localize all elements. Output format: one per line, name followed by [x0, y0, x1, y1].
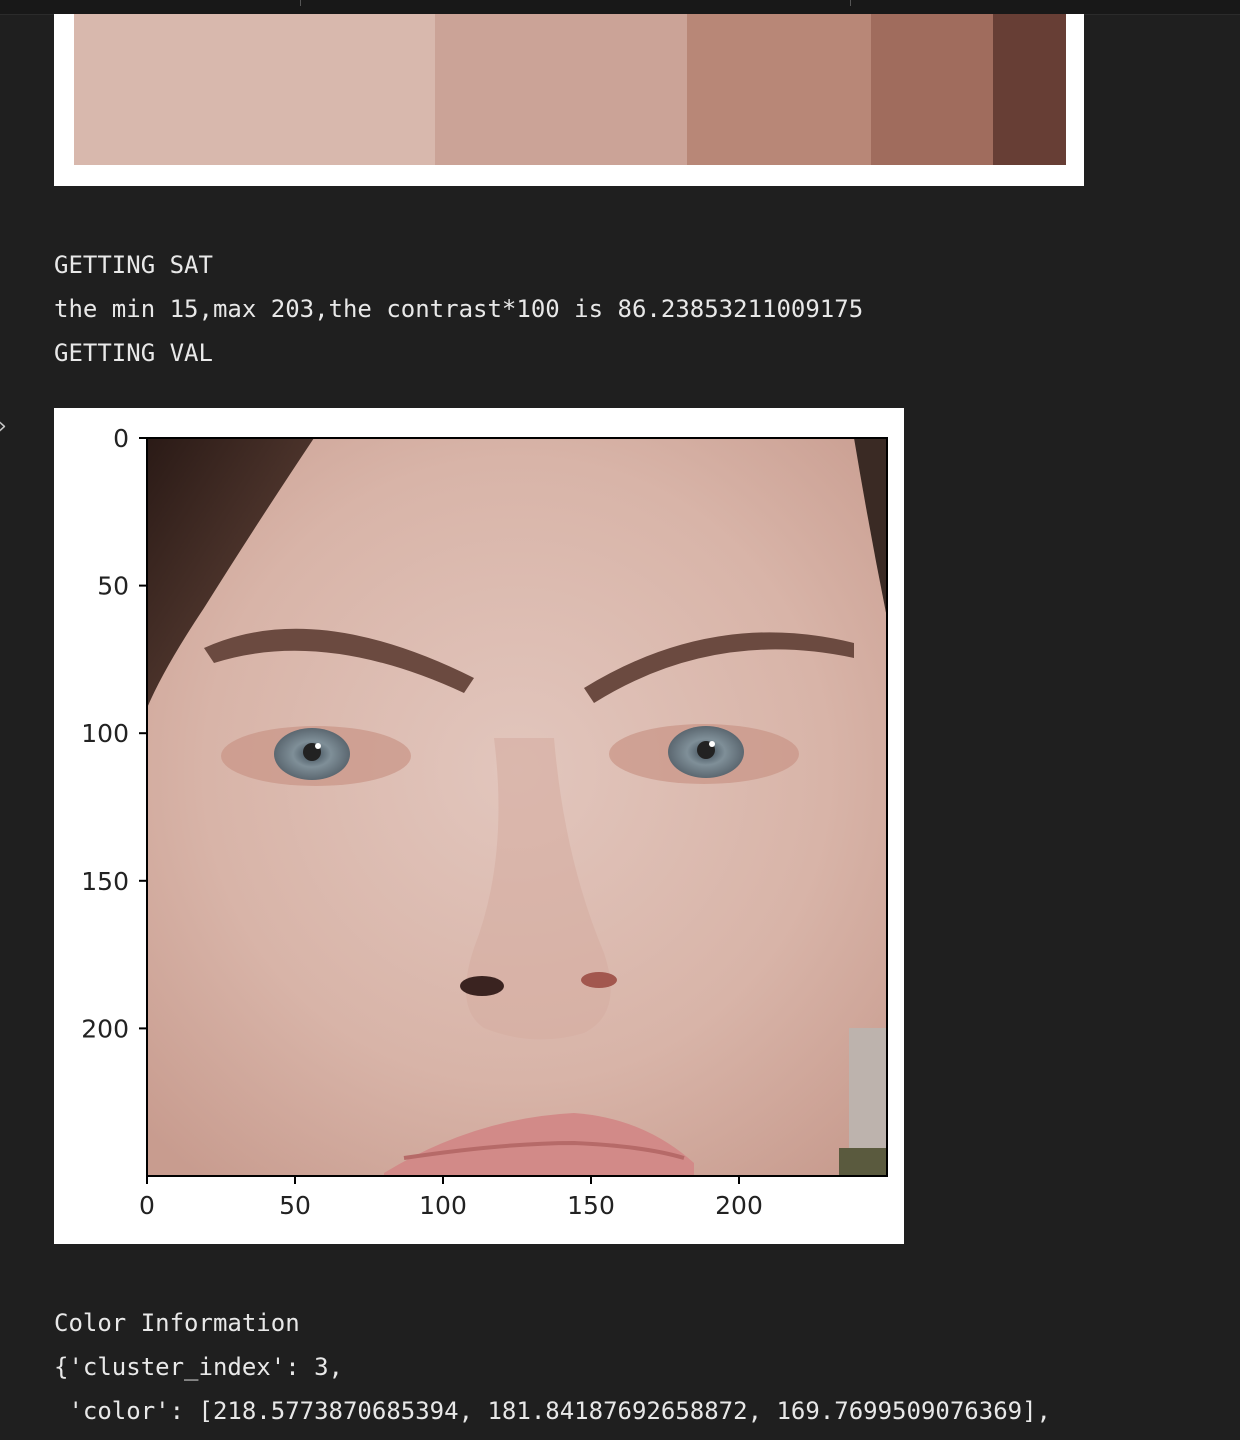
x-tick-label: 50	[279, 1191, 311, 1220]
x-tick-label: 0	[139, 1191, 155, 1220]
x-tick-label: 150	[567, 1191, 615, 1220]
color-info-line-1: {'cluster_index': 3,	[54, 1353, 343, 1381]
divider	[300, 0, 301, 6]
output-line-val: GETTING VAL	[54, 339, 213, 367]
output-line-sat: GETTING SAT	[54, 251, 213, 279]
x-tick-label: 100	[419, 1191, 467, 1220]
y-tick-label: 100	[81, 719, 129, 748]
x-tick-label: 200	[715, 1191, 763, 1220]
scrolled-cell-edge	[0, 0, 1240, 15]
color-info-header: Color Information	[54, 1309, 300, 1337]
divider	[850, 0, 851, 6]
chevron-right-icon[interactable]: ›	[0, 414, 7, 439]
palette-swatch-3	[687, 14, 871, 165]
palette-swatch-1	[74, 14, 436, 165]
color-palette-figure	[54, 14, 1084, 186]
y-tick-label: 50	[97, 572, 129, 601]
y-tick-label: 200	[81, 1014, 129, 1043]
face-image-axes: 0 50 100 150 200 0 50 100 150 200	[81, 424, 888, 1220]
output-line-contrast: the min 15,max 203,the contrast*100 is 8…	[54, 295, 864, 323]
y-tick-label: 150	[81, 867, 129, 896]
color-info-line-2: 'color': [218.5773870685394, 181.8418769…	[54, 1397, 1051, 1425]
face-photo	[147, 438, 887, 1176]
y-axis-ticks: 0 50 100 150 200	[81, 424, 147, 1043]
color-palette-bar	[74, 14, 1066, 165]
palette-swatch-4	[870, 14, 993, 165]
x-axis-ticks: 0 50 100 150 200	[139, 1176, 763, 1220]
palette-swatch-2	[435, 14, 688, 165]
face-image-plot: 0 50 100 150 200 0 50 100 150 200	[54, 408, 904, 1244]
y-tick-label: 0	[113, 424, 129, 453]
palette-swatch-5	[992, 14, 1066, 165]
